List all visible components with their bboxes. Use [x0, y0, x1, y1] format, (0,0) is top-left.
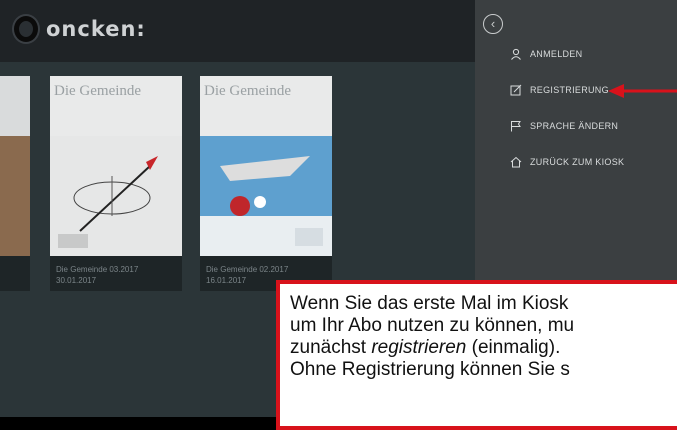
logo-text: oncken:: [46, 17, 146, 41]
menu-item-label: ZURÜCK ZUM KIOSK: [530, 157, 625, 167]
cover-title: Die Gemeinde: [204, 83, 292, 99]
edit-icon: [508, 83, 524, 97]
menu-item-label: ANMELDEN: [530, 49, 583, 59]
app-window: oncken: Die Gemeinde Die Gemeinde 03.201…: [0, 0, 677, 430]
menu-item-label: REGISTRIERUNG: [530, 85, 609, 95]
parachute-image: [200, 136, 332, 256]
magazine-cover[interactable]: Die Gemeinde Die Gemeinde 02.2017 16.01.…: [200, 76, 332, 291]
annotation-line: Ohne Registrierung können Sie s: [290, 359, 570, 380]
back-circle-icon[interactable]: ‹: [483, 14, 503, 34]
menu-item-anmelden[interactable]: ANMELDEN: [508, 44, 582, 64]
annotation-line: zunächst registrieren (einmalig).: [290, 337, 561, 358]
annotation-box: Wenn Sie das erste Mal im Kiosk um Ihr A…: [276, 280, 677, 430]
logo-icon: [12, 14, 40, 44]
annotation-line: um Ihr Abo nutzen zu können, mu: [290, 315, 575, 336]
annotation-emphasis: registrieren: [371, 337, 467, 358]
menu-item-zurueck-zum-kiosk[interactable]: ZURÜCK ZUM KIOSK: [508, 152, 624, 172]
cover-caption-date: 30.01.2017: [56, 276, 97, 285]
compass-image: [50, 136, 182, 256]
cover-title: Die Gemeinde: [54, 83, 142, 99]
magazine-cover-partial[interactable]: [0, 76, 30, 291]
home-icon: [508, 155, 524, 169]
menu-item-registrierung[interactable]: REGISTRIERUNG: [508, 80, 609, 100]
menu-item-label: SPRACHE ÄNDERN: [530, 121, 619, 131]
cover-caption-title: Die Gemeinde 02.2017: [206, 265, 289, 274]
cover-caption-title: Die Gemeinde 03.2017: [56, 265, 139, 274]
annotation-line: Wenn Sie das erste Mal im Kiosk: [290, 293, 569, 314]
top-bar: oncken:: [0, 0, 475, 62]
red-arrow-icon: [608, 84, 677, 98]
user-icon: [508, 47, 524, 61]
magazine-cover[interactable]: Die Gemeinde Die Gemeinde 03.2017 30.01.…: [50, 76, 182, 291]
menu-item-sprache[interactable]: SPRACHE ÄNDERN: [508, 116, 618, 136]
flag-icon: [508, 119, 524, 133]
